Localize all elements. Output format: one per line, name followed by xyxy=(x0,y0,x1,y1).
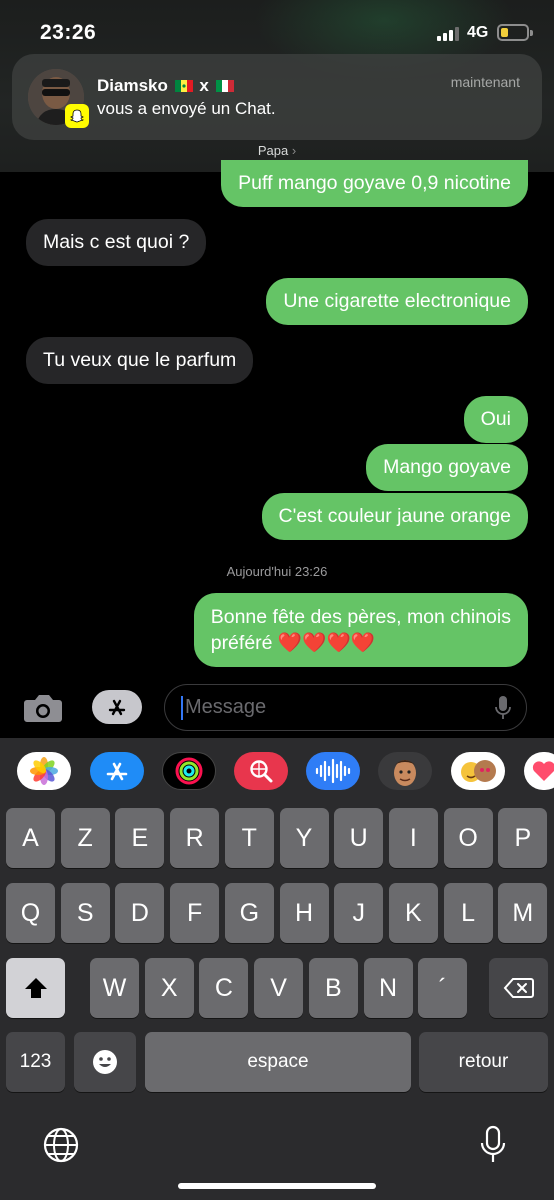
key-i[interactable]: I xyxy=(388,808,438,868)
key-f[interactable]: F xyxy=(170,883,220,943)
message-text-line-2: préféré ❤️❤️❤️❤️ xyxy=(210,632,376,654)
notification-body: vous a envoyé un Chat. xyxy=(97,99,276,118)
space-key[interactable]: espace xyxy=(145,1032,411,1092)
message-bubble-sent[interactable]: Bonne fête des pères, mon chinois préfér… xyxy=(193,593,528,667)
space-key-label: espace xyxy=(247,1051,309,1072)
flag-separator: x xyxy=(199,76,209,95)
key-x[interactable]: X xyxy=(144,958,194,1018)
key-l[interactable]: L xyxy=(443,883,493,943)
web-search-icon[interactable] xyxy=(234,752,288,790)
emoji-key[interactable] xyxy=(74,1032,136,1092)
numbers-key[interactable]: 123 xyxy=(6,1032,65,1092)
memoji-icon[interactable] xyxy=(378,752,432,790)
signal-icon xyxy=(437,27,463,41)
key-e[interactable]: E xyxy=(115,808,165,868)
message-bubble-sent[interactable]: C'est couleur jaune orange xyxy=(261,493,528,540)
message-text: Mais c est quoi ? xyxy=(43,231,190,253)
message-text: Oui xyxy=(480,408,511,430)
shift-key[interactable] xyxy=(6,958,65,1018)
message-timestamp: Aujourd'hui 23:26 xyxy=(226,564,328,579)
key-t[interactable]: T xyxy=(224,808,274,868)
emoji-icon xyxy=(93,1050,117,1074)
return-key[interactable]: retour xyxy=(419,1032,548,1092)
message-bubble-sent[interactable]: Une cigarette electronique xyxy=(266,278,528,325)
key-h[interactable]: H xyxy=(279,883,329,943)
key-s[interactable]: S xyxy=(60,883,110,943)
network-type: 4G xyxy=(467,24,489,41)
key-k[interactable]: K xyxy=(388,883,438,943)
apps-button[interactable] xyxy=(92,690,142,724)
key-acute-accent[interactable]: ´ xyxy=(418,958,468,1018)
notification-title: Diamsko x xyxy=(97,76,236,96)
conversation-header: 23:26 4G Diamsko x vous a envoyé un Chat… xyxy=(0,0,554,172)
contact-name[interactable]: Papa › xyxy=(0,143,554,158)
key-o[interactable]: O xyxy=(443,808,493,868)
camera-icon[interactable] xyxy=(22,690,64,726)
key-a[interactable]: A xyxy=(6,808,55,868)
app-store-icon xyxy=(108,699,126,716)
notification-time: maintenant xyxy=(450,74,520,90)
snapchat-ghost-icon xyxy=(65,104,89,128)
animoji-icon[interactable] xyxy=(451,752,505,790)
globe-icon[interactable] xyxy=(42,1126,80,1164)
key-m[interactable]: M xyxy=(498,883,548,943)
microphone-icon[interactable] xyxy=(479,1125,507,1165)
key-j[interactable]: J xyxy=(334,883,384,943)
message-input[interactable]: Message xyxy=(164,684,527,731)
message-bubble-sent[interactable]: Mango goyave xyxy=(366,444,528,491)
return-key-label: retour xyxy=(458,1051,509,1072)
chevron-right-icon: › xyxy=(291,143,297,158)
italy-flag-icon xyxy=(215,80,234,92)
stickers-icon[interactable] xyxy=(524,752,554,790)
key-w[interactable]: W xyxy=(90,958,139,1018)
key-d[interactable]: D xyxy=(115,883,165,943)
battery-icon xyxy=(497,24,533,41)
dictation-icon[interactable] xyxy=(494,695,512,721)
key-z[interactable]: Z xyxy=(60,808,110,868)
key-r[interactable]: R xyxy=(170,808,220,868)
key-v[interactable]: V xyxy=(254,958,304,1018)
message-text: Bonne fête des pères, mon chinois xyxy=(210,606,511,628)
numbers-key-label: 123 xyxy=(19,1051,52,1072)
key-g[interactable]: G xyxy=(224,883,274,943)
message-text: Mango goyave xyxy=(383,456,511,478)
shift-arrow-icon xyxy=(24,978,47,998)
key-b[interactable]: B xyxy=(308,958,358,1018)
contact-label: Papa xyxy=(257,143,289,158)
backspace-key[interactable] xyxy=(489,958,548,1018)
key-u[interactable]: U xyxy=(334,808,384,868)
key-c[interactable]: C xyxy=(199,958,249,1018)
text-caret xyxy=(181,696,183,720)
message-bubble-sent[interactable]: Oui xyxy=(463,396,528,443)
key-p[interactable]: P xyxy=(498,808,548,868)
notification-banner[interactable]: Diamsko x vous a envoyé un Chat. mainten… xyxy=(12,54,542,140)
sender-name: Diamsko xyxy=(97,76,168,95)
message-text: Tu veux que le parfum xyxy=(43,349,237,371)
message-text: C'est couleur jaune orange xyxy=(278,505,511,527)
message-placeholder: Message xyxy=(185,696,267,718)
status-time: 23:26 xyxy=(40,21,97,44)
app-store-icon[interactable] xyxy=(90,752,144,790)
message-text: Puff mango goyave 0,9 nicotine xyxy=(238,172,511,194)
home-indicator[interactable] xyxy=(178,1183,376,1189)
audio-message-icon[interactable] xyxy=(306,752,360,790)
key-q[interactable]: Q xyxy=(6,883,55,943)
backspace-icon xyxy=(503,978,534,998)
message-bubble-sent[interactable]: Puff mango goyave 0,9 nicotine xyxy=(221,160,528,207)
message-text: Une cigarette electronique xyxy=(283,290,511,312)
key-y[interactable]: Y xyxy=(279,808,329,868)
photos-icon[interactable] xyxy=(17,752,71,790)
message-bubble-received[interactable]: Mais c est quoi ? xyxy=(26,219,207,266)
activity-icon[interactable] xyxy=(162,752,216,790)
message-bubble-received[interactable]: Tu veux que le parfum xyxy=(26,337,254,384)
key-n[interactable]: N xyxy=(363,958,413,1018)
senegal-flag-icon xyxy=(174,80,193,92)
